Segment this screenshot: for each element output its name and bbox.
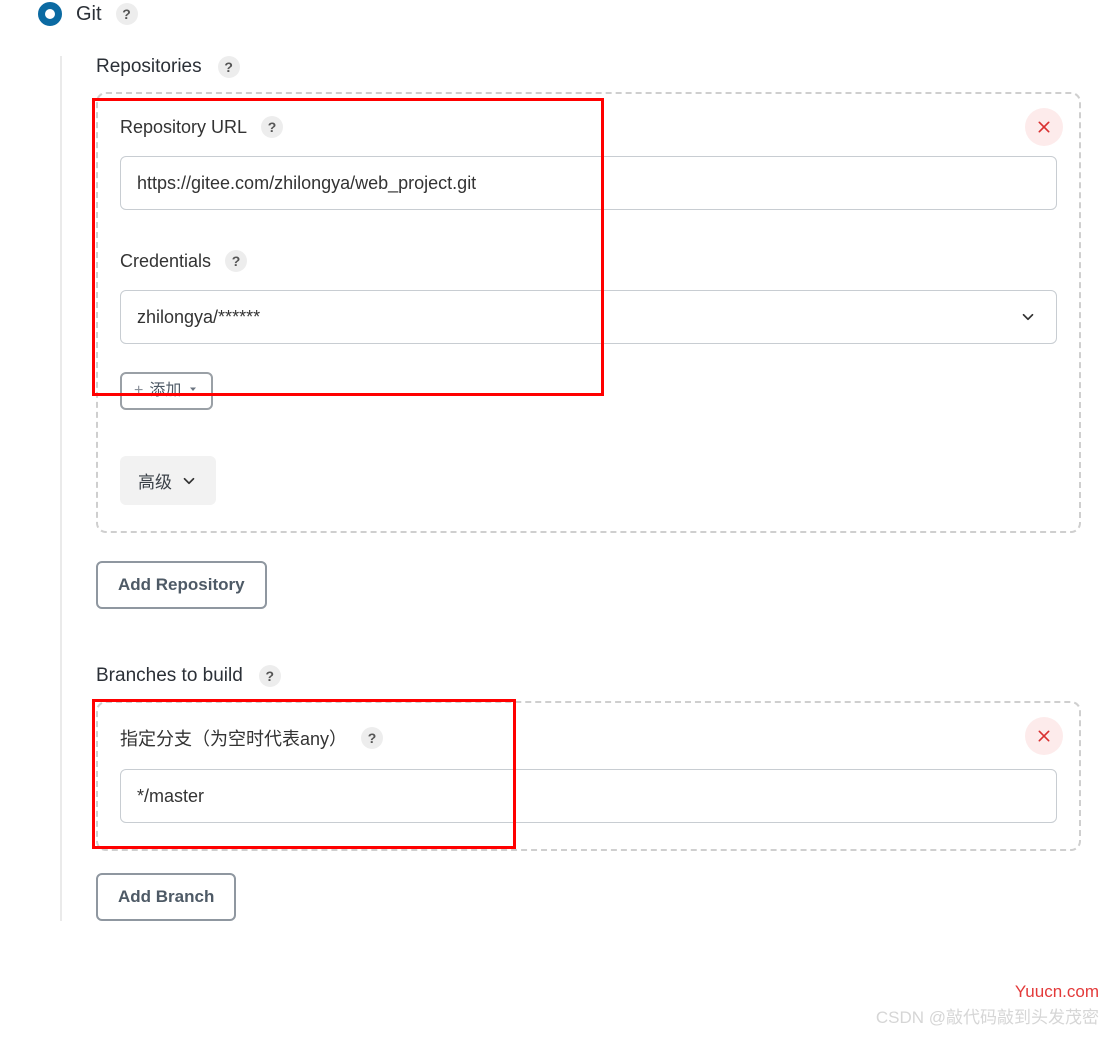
chevron-down-icon [180, 472, 198, 490]
help-icon[interactable]: ? [116, 3, 138, 25]
add-repository-button[interactable]: Add Repository [96, 561, 267, 609]
annotation-highlight [92, 98, 604, 396]
add-credentials-label: 添加 [149, 383, 181, 399]
watermark-csdn: CSDN @敲代码敲到头发茂密 [876, 1003, 1099, 1028]
add-credentials-dropdown[interactable]: + 添加 [120, 372, 213, 410]
credentials-selected-value: zhilongya/****** [137, 307, 260, 328]
add-repository-label: Add Repository [118, 575, 245, 595]
repository-url-input[interactable] [120, 156, 1057, 210]
delete-branch-button[interactable] [1025, 717, 1063, 755]
branch-specifier-label: 指定分支（为空时代表any） [120, 725, 347, 751]
branch-specifier-input[interactable] [120, 769, 1057, 823]
help-icon[interactable]: ? [259, 665, 281, 687]
credentials-select[interactable]: zhilongya/****** [120, 290, 1057, 344]
repositories-heading: Repositories [96, 56, 202, 78]
help-icon[interactable]: ? [361, 727, 383, 749]
plus-icon: + [134, 382, 143, 400]
help-icon[interactable]: ? [225, 250, 247, 272]
credentials-label: Credentials [120, 251, 211, 272]
repository-block: Repository URL ? Credentials ? zhilongya… [96, 92, 1081, 533]
repository-url-label: Repository URL [120, 117, 247, 138]
help-icon[interactable]: ? [261, 116, 283, 138]
branch-block: 指定分支（为空时代表any） ? [96, 701, 1081, 851]
add-branch-button[interactable]: Add Branch [96, 873, 236, 921]
close-icon [1036, 119, 1052, 135]
scm-git-radio[interactable] [38, 2, 62, 26]
branches-heading: Branches to build [96, 665, 243, 687]
repository-advanced-toggle[interactable]: 高级 [120, 456, 216, 505]
repository-advanced-label: 高级 [138, 468, 172, 493]
delete-repository-button[interactable] [1025, 108, 1063, 146]
caret-down-icon [187, 382, 199, 400]
watermark-site: Yuucn.com [1015, 982, 1099, 1002]
scm-git-label: Git [76, 3, 102, 26]
add-branch-label: Add Branch [118, 887, 214, 907]
close-icon [1036, 728, 1052, 744]
help-icon[interactable]: ? [218, 56, 240, 78]
chevron-down-icon [1016, 305, 1040, 329]
